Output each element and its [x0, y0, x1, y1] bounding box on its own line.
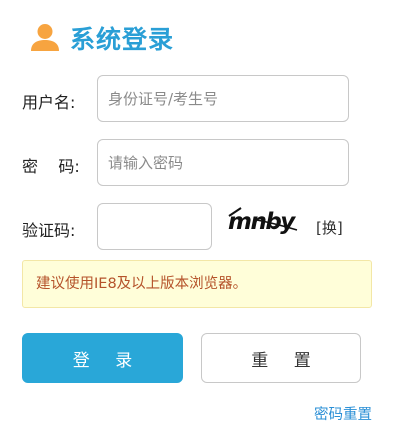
captcha-image[interactable]: mnby [227, 202, 301, 236]
reset-button[interactable]: 重 置 [201, 333, 361, 383]
password-label: 密 码: [22, 157, 80, 176]
username-label: 用户名: [22, 93, 76, 112]
captcha-input[interactable] [97, 203, 212, 250]
captcha-label: 验证码: [22, 221, 76, 240]
browser-notice: 建议使用IE8及以上版本浏览器。 [22, 260, 372, 308]
page-title: 系统登录 [70, 25, 175, 54]
captcha-refresh-link[interactable]: [换] [316, 217, 343, 238]
user-icon [31, 24, 59, 51]
username-input[interactable] [97, 75, 349, 122]
login-button[interactable]: 登 录 [22, 333, 183, 383]
login-header: 系统登录 [28, 20, 174, 56]
captcha-text: mnby [228, 209, 296, 235]
password-reset-link[interactable]: 密码重置 [314, 403, 372, 424]
password-input[interactable] [97, 139, 349, 186]
